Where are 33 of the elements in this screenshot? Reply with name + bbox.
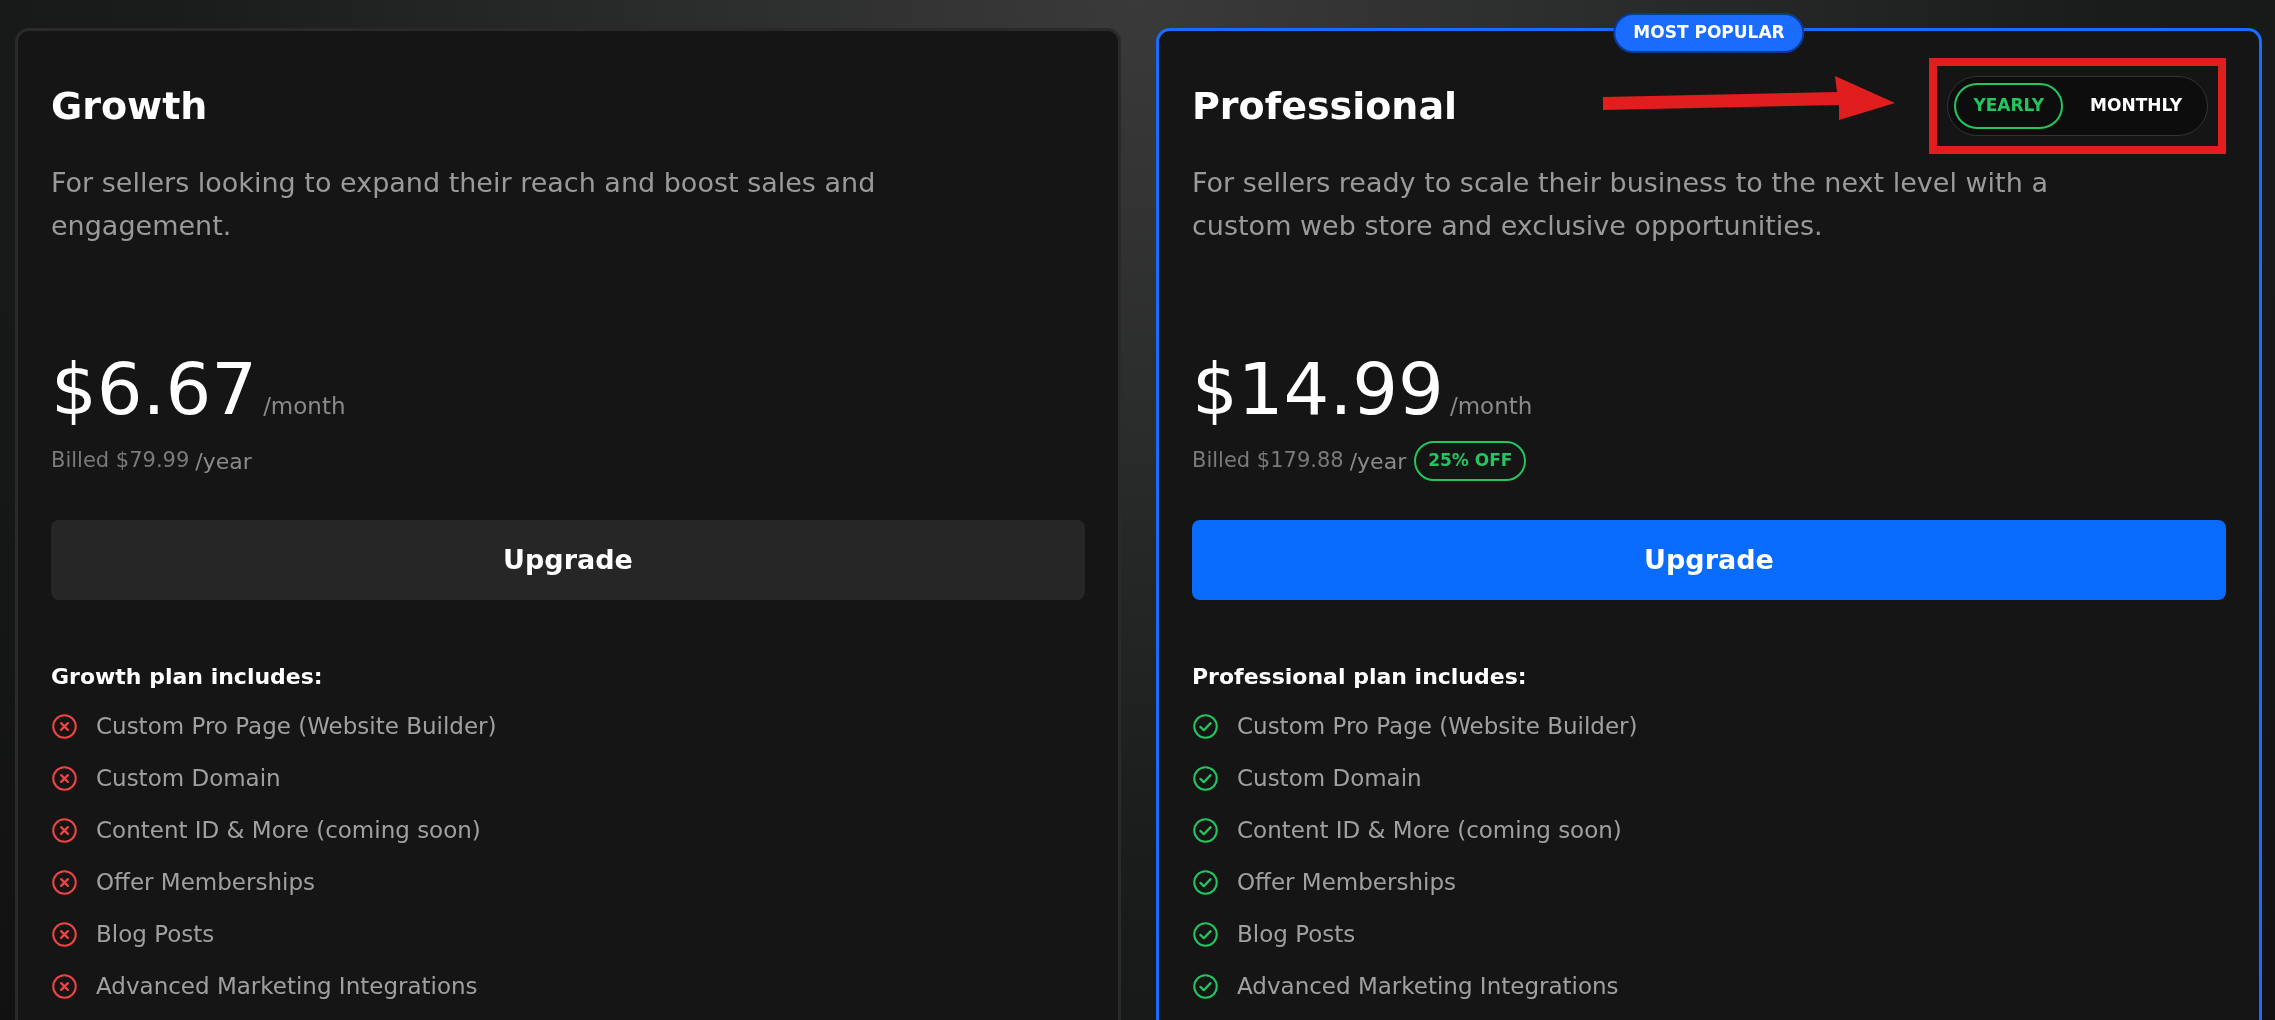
upgrade-button[interactable]: Upgrade xyxy=(51,520,1085,600)
billed-period: /year xyxy=(195,447,252,476)
billing-option[interactable]: MONTHLY xyxy=(2071,83,2201,129)
billed-amount: Billed $179.88 xyxy=(1192,447,1344,475)
price: $14.99 xyxy=(1192,349,1444,429)
billed-period: /year xyxy=(1349,447,1407,476)
feature-label: Blog Posts xyxy=(96,919,215,949)
price-period: /month xyxy=(1449,391,1533,421)
feature-label: Custom Domain xyxy=(96,763,281,793)
feature-label: Custom Pro Page (Website Builder) xyxy=(96,711,497,741)
plan-description: For sellers looking to expand their reach and boost sales and engagement. xyxy=(51,166,877,243)
feature-label: Content ID & More (coming soon) xyxy=(96,815,481,845)
feature-label: Offer Memberships xyxy=(96,867,315,897)
discount-badge: 25% OFF xyxy=(1414,441,1527,481)
price: $6.67 xyxy=(51,349,258,429)
plan-title: Growth xyxy=(51,82,208,130)
billing-option[interactable]: YEARLY xyxy=(1954,83,2064,129)
feature-label: Content ID & More (coming soon) xyxy=(1237,815,1622,845)
feature-label: Blog Posts xyxy=(1237,919,1356,949)
feature-label: Offer Memberships xyxy=(1237,867,1456,897)
feature-label: Advanced Marketing Integrations xyxy=(96,971,478,1001)
feature-label: Custom Pro Page (Website Builder) xyxy=(1237,711,1638,741)
upgrade-button[interactable]: Upgrade xyxy=(1192,520,2226,600)
billing-toggle[interactable]: YEARLY MONTHLY xyxy=(1947,76,2208,136)
feature-label: Advanced Marketing Integrations xyxy=(1237,971,1619,1001)
includes-heading: Professional plan includes: xyxy=(1192,663,1528,691)
price-period: /month xyxy=(263,391,346,421)
feature-label: Custom Domain xyxy=(1237,763,1422,793)
plan-description: For sellers ready to scale their business to the next level with a custom web store and exclusive opportunities. xyxy=(1192,166,2049,243)
includes-heading: Growth plan includes: xyxy=(51,663,324,691)
billed-amount: Billed $79.99 xyxy=(51,447,190,475)
popular-badge: MOST POPULAR xyxy=(1613,13,1805,53)
plan-title: Professional xyxy=(1192,82,1458,130)
